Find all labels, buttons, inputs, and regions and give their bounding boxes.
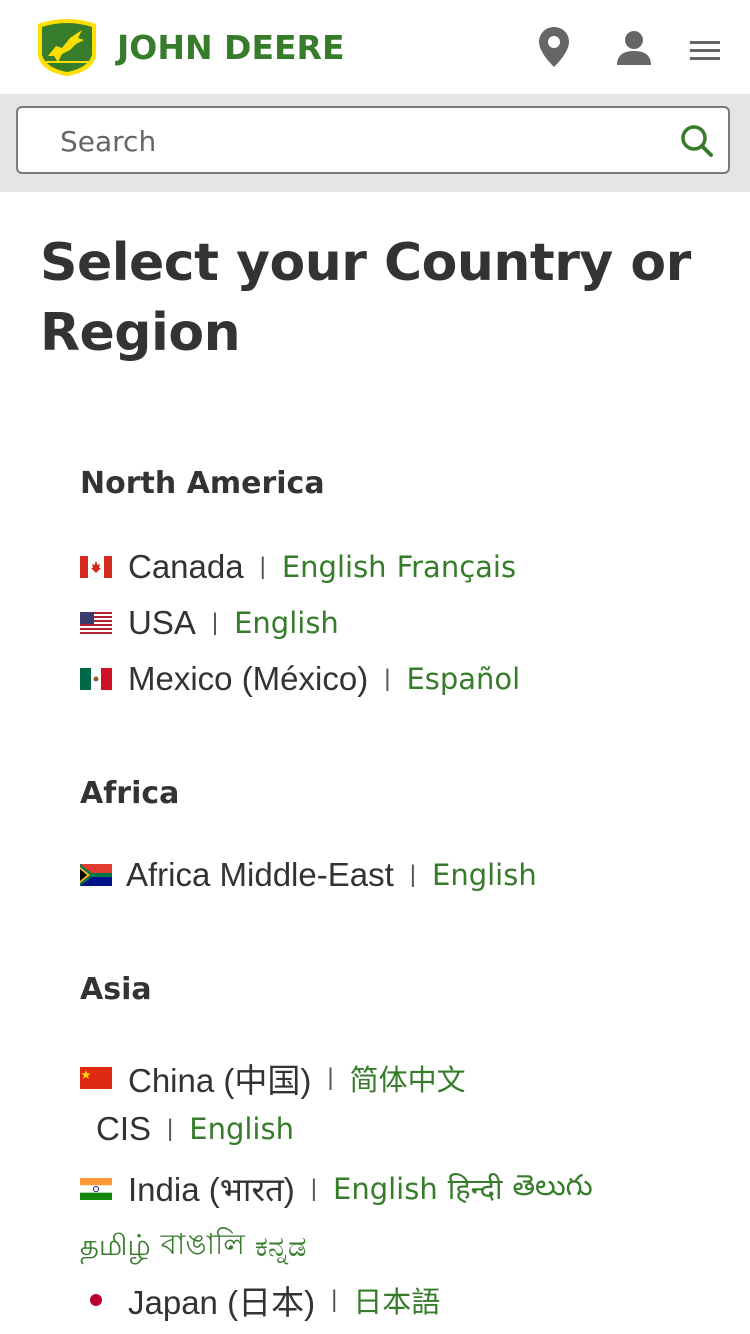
region-heading-north-america: North America	[80, 466, 325, 501]
language-link-kannada[interactable]: ಕನ್ನಡ	[255, 1229, 307, 1264]
language-link-english[interactable]: English	[189, 1112, 294, 1146]
country-row-china: China (中国) | 简体中文	[80, 1054, 476, 1102]
language-link-telugu[interactable]: తెలుగు	[513, 1168, 593, 1210]
country-row-cis: CIS | English	[96, 1110, 304, 1148]
language-link-english[interactable]: English	[282, 550, 387, 584]
india-flag-icon	[80, 1177, 112, 1200]
location-pin-icon[interactable]	[538, 26, 570, 68]
site-header: JOHN DEERE	[0, 0, 750, 94]
country-name: CIS	[96, 1110, 152, 1147]
search-input[interactable]	[58, 108, 662, 174]
country-row-mexico: Mexico (México) | Español	[80, 660, 530, 698]
language-link-english[interactable]: English	[333, 1172, 438, 1206]
separator: |	[327, 1064, 334, 1091]
region-heading-africa: Africa	[80, 776, 180, 811]
separator: |	[259, 553, 266, 580]
country-row-japan: Japan (日本) | 日本語	[80, 1276, 450, 1324]
country-name: Africa Middle-East	[126, 856, 394, 893]
country-name: India (भारत)	[128, 1171, 295, 1208]
language-link-tamil[interactable]: தமிழ்	[80, 1228, 151, 1266]
mexico-flag-icon	[80, 668, 112, 690]
language-link-espanol[interactable]: Español	[406, 662, 520, 696]
usa-flag-icon	[80, 612, 112, 634]
hamburger-menu-icon[interactable]	[690, 40, 720, 62]
country-name: Mexico (México)	[128, 660, 369, 697]
country-name: China (中国)	[128, 1062, 312, 1099]
canada-flag-icon	[80, 556, 112, 578]
brand-name: JOHN DEERE	[117, 28, 345, 67]
language-link-hindi[interactable]: हिन्दी	[448, 1169, 503, 1208]
separator: |	[167, 1115, 174, 1142]
south-africa-flag-icon	[80, 864, 112, 886]
country-name: Japan (日本)	[128, 1284, 316, 1321]
page-title: Select your Country or Region	[40, 233, 691, 363]
separator: |	[211, 609, 219, 636]
user-icon[interactable]	[616, 30, 652, 66]
country-name: USA	[128, 604, 196, 641]
country-row-usa: USA | English	[80, 604, 349, 642]
region-heading-asia: Asia	[80, 972, 152, 1007]
search-bar	[0, 94, 750, 192]
language-link-english[interactable]: English	[234, 606, 339, 640]
japan-flag-icon	[80, 1289, 112, 1311]
separator: |	[310, 1174, 317, 1202]
china-flag-icon	[80, 1067, 112, 1089]
john-deere-logo[interactable]	[32, 16, 102, 78]
country-row-india: India (भारत) | English हिन्दी తెలుగు	[80, 1166, 603, 1211]
country-row-canada: Canada | English Français	[80, 548, 526, 586]
language-link-simplified-chinese[interactable]: 简体中文	[350, 1057, 466, 1099]
country-row-africa-middle-east: Africa Middle-East | English	[80, 856, 547, 894]
language-link-bengali[interactable]: বাঙালি	[161, 1222, 245, 1271]
india-languages-line-2: தமிழ் বাঙালি ಕನ್ನಡ	[80, 1222, 316, 1271]
separator: |	[331, 1286, 338, 1313]
search-icon[interactable]	[680, 124, 714, 158]
separator: |	[384, 665, 391, 692]
country-name: Canada	[128, 548, 244, 585]
language-link-francais[interactable]: Français	[397, 550, 517, 584]
search-box	[16, 106, 730, 174]
separator: |	[409, 861, 416, 888]
language-link-japanese[interactable]: 日本語	[353, 1279, 440, 1321]
language-link-english[interactable]: English	[432, 858, 537, 892]
